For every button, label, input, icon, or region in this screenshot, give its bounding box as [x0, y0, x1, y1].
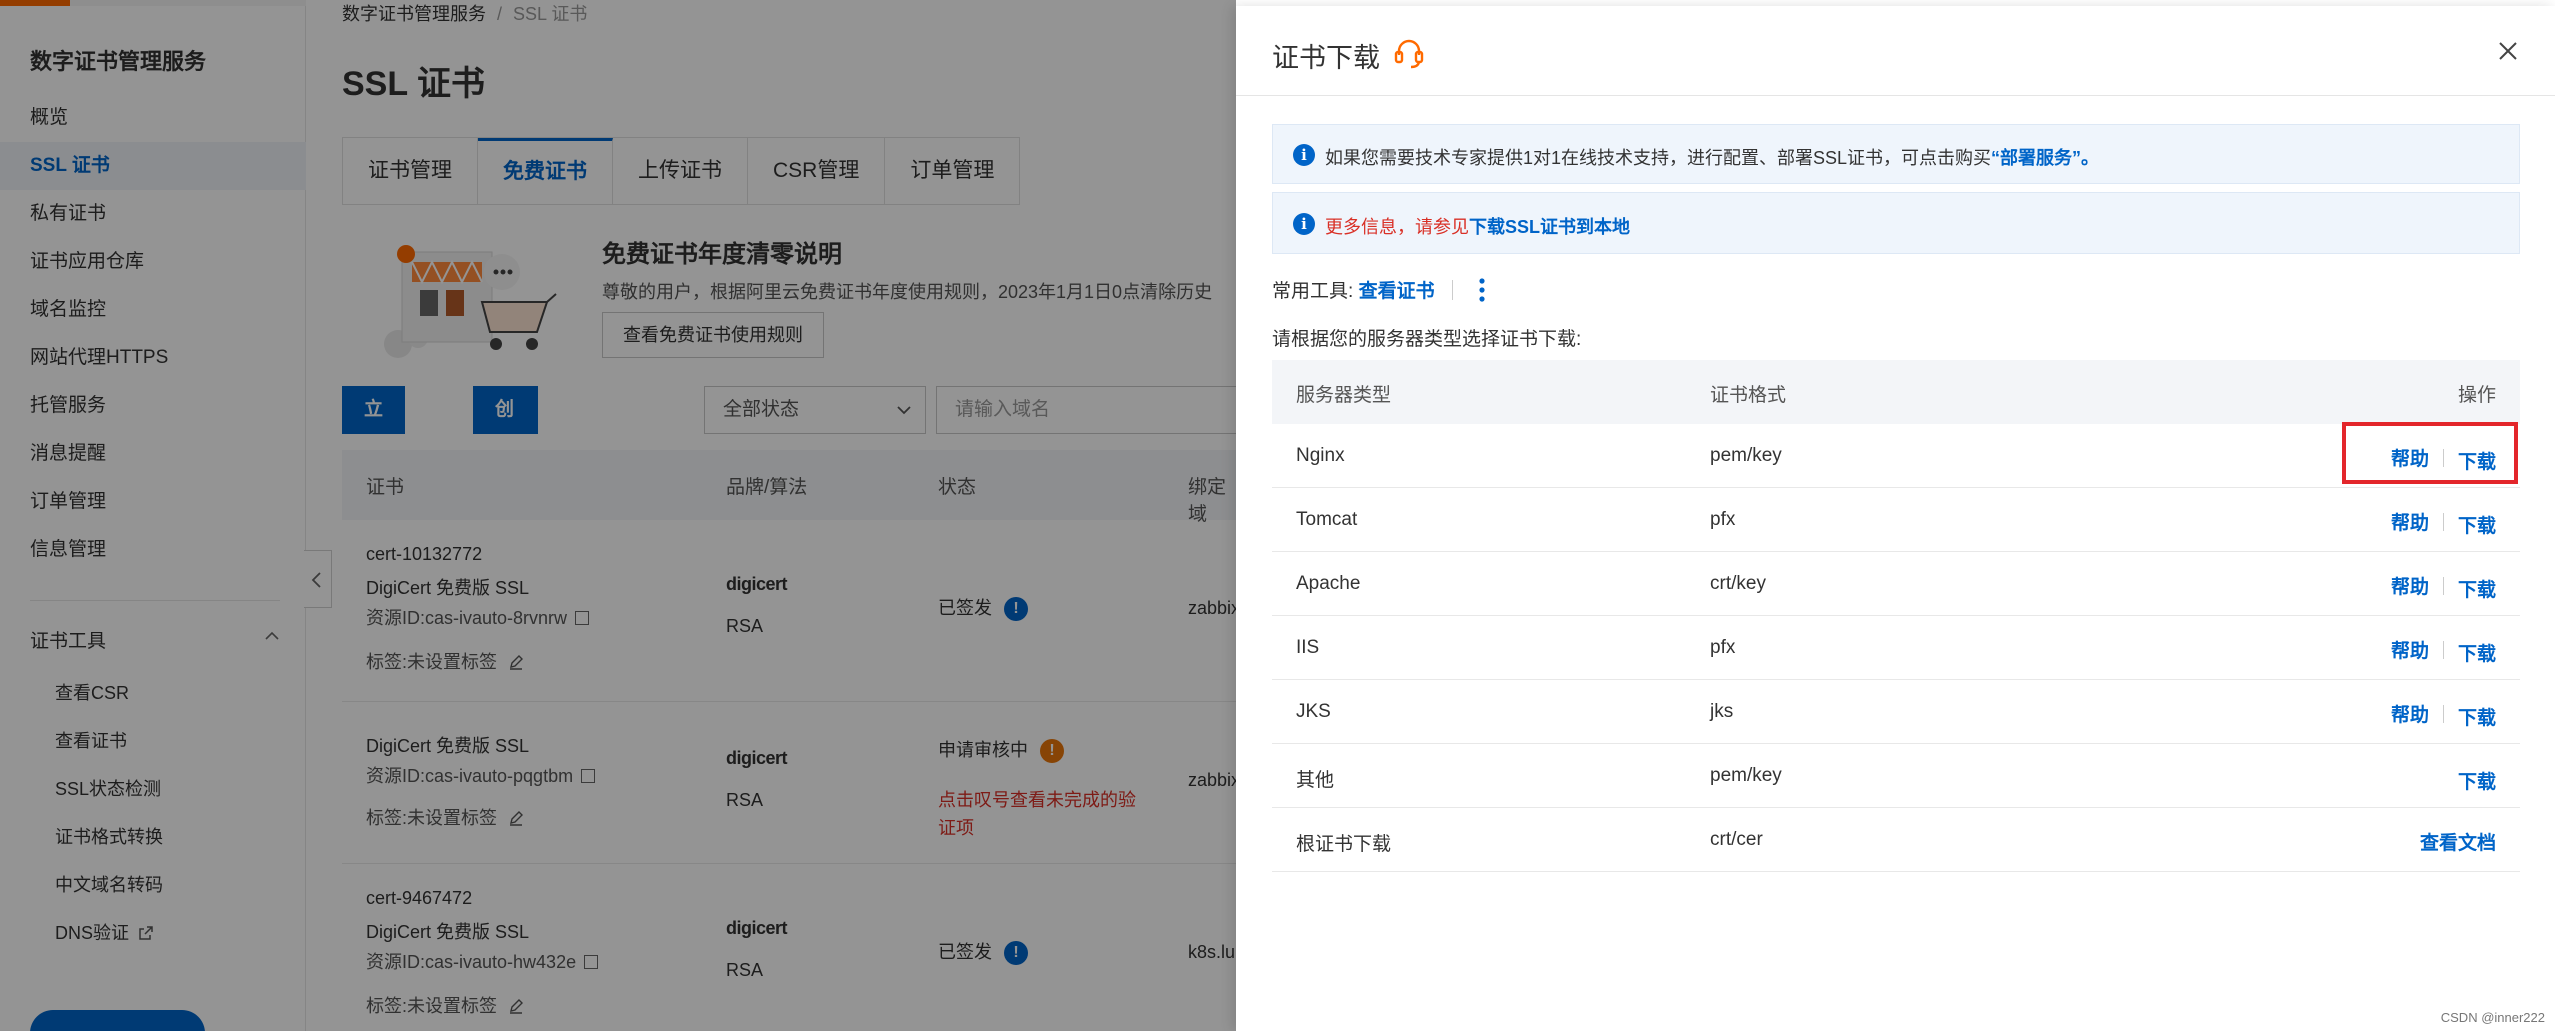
row-ops: 帮助 下载	[2391, 572, 2496, 602]
watermark: CSDN @inner222	[2440, 1010, 2545, 1025]
cert-format: pfx	[1710, 637, 1736, 658]
download-link[interactable]: 下载	[2458, 575, 2496, 602]
server-type: Apache	[1296, 573, 1361, 594]
cert-format: jks	[1710, 701, 1734, 722]
download-link[interactable]: 下载	[2458, 767, 2496, 794]
deploy-service-link[interactable]: “部署服务”。	[1991, 148, 2099, 168]
highlight-box	[2342, 422, 2518, 484]
cert-download-drawer: 证书下载 i 如果您需要技术专家提供1对1在线技术支持，进行配置、部署SSL证书…	[1236, 6, 2555, 1031]
view-cert-link[interactable]: 查看证书	[1359, 281, 1435, 302]
alert-text: 更多信息，请参见下载SSL证书到本地	[1325, 213, 1630, 239]
select-server-hint: 请根据您的服务器类型选择证书下载:	[1272, 329, 1582, 350]
download-link[interactable]: 下载	[2458, 703, 2496, 730]
tools-separator	[1451, 280, 1453, 300]
help-link[interactable]: 帮助	[2391, 508, 2429, 535]
tools-label: 常用工具:	[1272, 281, 1354, 302]
server-type: 根证书下载	[1296, 834, 1392, 855]
ops-separator	[2442, 641, 2444, 659]
alert-text-body: 如果您需要技术专家提供1对1在线技术支持，进行配置、部署SSL证书，可点击购买	[1325, 148, 1992, 168]
server-type: Nginx	[1296, 445, 1345, 466]
server-type: 其他	[1296, 770, 1335, 791]
col-cert-format: 证书格式	[1710, 385, 1787, 406]
more-vertical-icon[interactable]	[1478, 277, 1486, 303]
ops-separator	[2442, 513, 2444, 531]
more-info-text: 更多信息，请参见	[1325, 217, 1469, 237]
row-ops: 帮助 下载	[2391, 636, 2496, 666]
download-link[interactable]: 下载	[2458, 639, 2496, 666]
headset-icon[interactable]	[1392, 36, 1426, 70]
row-ops: 查看文档	[2420, 828, 2496, 855]
help-link[interactable]: 帮助	[2391, 700, 2429, 727]
server-type: Tomcat	[1296, 509, 1358, 530]
download-table-header: 服务器类型 证书格式 操作	[1272, 360, 2520, 424]
more-info-alert: i 更多信息，请参见下载SSL证书到本地	[1272, 192, 2520, 254]
close-icon[interactable]	[2496, 39, 2520, 63]
download-table: 服务器类型 证书格式 操作 Nginx pem/key 帮助 下载 Tomcat …	[1272, 360, 2520, 872]
col-server-type: 服务器类型	[1296, 385, 1392, 406]
common-tools: 常用工具: 查看证书	[1272, 276, 1486, 303]
download-ssl-link[interactable]: 下载SSL证书到本地	[1469, 217, 1630, 237]
table-row: 根证书下载 crt/cer 查看文档	[1272, 808, 2520, 872]
cert-format: crt/key	[1710, 573, 1766, 594]
download-link[interactable]: 下载	[2458, 511, 2496, 538]
row-ops: 下载	[2458, 764, 2496, 794]
server-type: IIS	[1296, 637, 1320, 658]
help-link[interactable]: 帮助	[2391, 572, 2429, 599]
cert-format: pem/key	[1710, 765, 1782, 786]
view-doc-link[interactable]: 查看文档	[2420, 828, 2496, 855]
table-row: IIS pfx 帮助 下载	[1272, 616, 2520, 680]
alert-text: 如果您需要技术专家提供1对1在线技术支持，进行配置、部署SSL证书，可点击购买“…	[1325, 144, 2099, 170]
modal-overlay[interactable]	[0, 0, 1236, 1031]
deploy-service-alert: i 如果您需要技术专家提供1对1在线技术支持，进行配置、部署SSL证书，可点击购…	[1272, 124, 2520, 184]
table-row: Tomcat pfx 帮助 下载	[1272, 488, 2520, 552]
drawer-title: 证书下载	[1272, 43, 1380, 73]
info-icon: i	[1293, 144, 1315, 166]
drawer-header: 证书下载	[1236, 6, 2555, 96]
table-row: 其他 pem/key 下载	[1272, 744, 2520, 808]
info-icon: i	[1293, 213, 1315, 235]
table-row: Nginx pem/key 帮助 下载	[1272, 424, 2520, 488]
table-row: Apache crt/key 帮助 下载	[1272, 552, 2520, 616]
row-ops: 帮助 下载	[2391, 508, 2496, 538]
cert-format: crt/cer	[1710, 829, 1763, 850]
help-link[interactable]: 帮助	[2391, 636, 2429, 663]
server-type: JKS	[1296, 701, 1331, 722]
col-operations: 操作	[2457, 385, 2496, 406]
cert-format: pem/key	[1710, 445, 1782, 466]
table-row: JKS jks 帮助 下载	[1272, 680, 2520, 744]
cert-format: pfx	[1710, 509, 1736, 530]
row-ops: 帮助 下载	[2391, 700, 2496, 730]
ops-separator	[2442, 705, 2444, 723]
ops-separator	[2442, 577, 2444, 595]
